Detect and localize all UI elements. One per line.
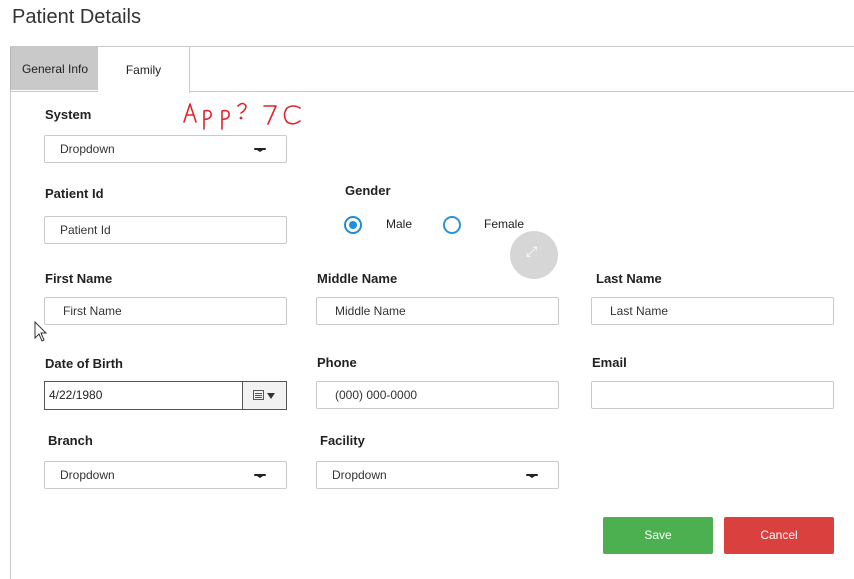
system-label: System [45,107,92,122]
branch-label: Branch [48,433,93,448]
chevron-down-icon [526,474,538,478]
phone-placeholder: (000) 000-0000 [335,388,418,402]
gender-male-radio[interactable] [344,216,362,234]
facility-dropdown[interactable]: Dropdown [316,461,559,489]
gender-male-label: Male [386,217,413,231]
first-name-input[interactable]: First Name [44,297,287,325]
last-name-label: Last Name [596,271,662,286]
save-button[interactable]: Save [603,517,713,554]
chevron-down-icon [254,474,266,478]
email-input[interactable] [591,381,834,409]
patient-id-input[interactable]: Patient Id [44,216,287,244]
tab-general-info[interactable]: General Info [10,47,100,90]
expand-button[interactable]: ⤢ [510,231,558,279]
first-name-placeholder: First Name [63,304,122,318]
gender-female-radio[interactable] [443,216,461,234]
chevron-down-icon [254,148,266,152]
last-name-input[interactable]: Last Name [591,297,834,325]
page-title: Patient Details [12,6,141,28]
phone-input[interactable]: (000) 000-0000 [316,381,559,409]
facility-label: Facility [320,433,365,448]
content-border [10,90,11,579]
system-value: Dropdown [60,142,115,156]
mouse-cursor-icon [34,321,48,342]
expand-icon: ⤢ [526,243,538,259]
system-dropdown[interactable]: Dropdown [44,135,287,163]
phone-label: Phone [317,355,357,370]
patient-id-label: Patient Id [45,186,104,201]
patient-id-placeholder: Patient Id [60,223,111,237]
branch-dropdown[interactable]: Dropdown [44,461,287,489]
facility-value: Dropdown [332,468,387,482]
dob-label: Date of Birth [45,356,123,371]
handwritten-annotation [183,102,301,130]
email-label: Email [592,355,627,370]
first-name-label: First Name [45,271,113,286]
middle-name-placeholder: Middle Name [335,304,406,318]
tab-bar: General Info Family [10,46,854,93]
cancel-button[interactable]: Cancel [724,517,834,554]
dob-input[interactable]: 4/22/1980 [44,381,287,410]
chevron-down-icon [267,393,275,399]
branch-value: Dropdown [60,468,115,482]
middle-name-label: Middle Name [317,271,398,286]
gender-female-label: Female [484,217,525,231]
last-name-placeholder: Last Name [610,304,669,318]
dob-value: 4/22/1980 [49,388,103,402]
middle-name-input[interactable]: Middle Name [316,297,559,325]
calendar-icon [253,390,264,400]
date-picker-button[interactable] [242,382,286,409]
tab-family[interactable]: Family [98,47,190,93]
gender-label: Gender [345,183,391,198]
